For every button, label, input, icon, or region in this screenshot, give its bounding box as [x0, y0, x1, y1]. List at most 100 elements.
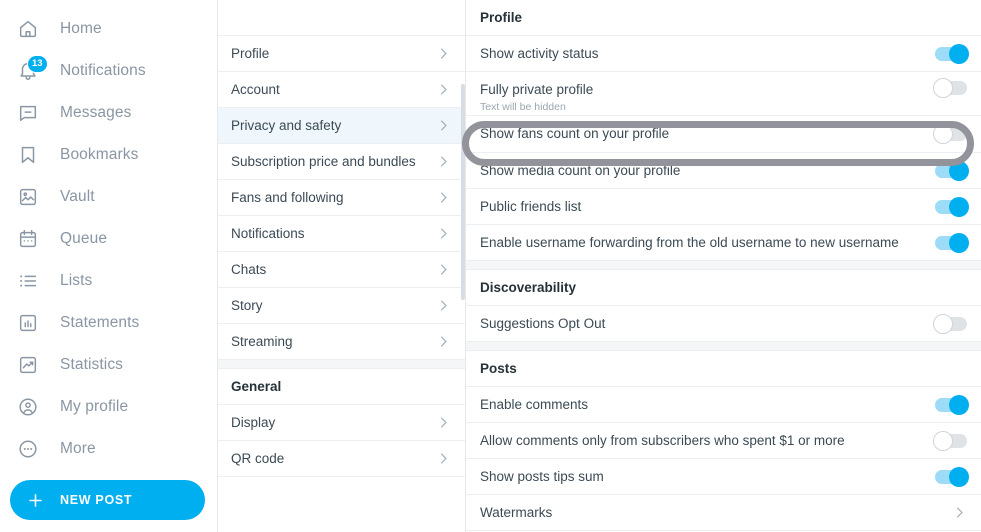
main-sidebar: Home 13 Notifications Messages Bookmarks: [0, 0, 218, 532]
option-label: Show posts tips sum: [480, 468, 604, 484]
sidebar-item-my-profile[interactable]: My profile: [0, 386, 217, 428]
option-show-activity-status[interactable]: Show activity status: [466, 36, 981, 72]
notifications-badge: 13: [27, 55, 48, 73]
option-label: Show media count on your profile: [480, 162, 681, 178]
option-enable-comments[interactable]: Enable comments: [466, 387, 981, 423]
option-enable-username-forwarding[interactable]: Enable username forwarding from the old …: [466, 225, 981, 261]
toggle-knob: [933, 124, 953, 144]
chevron-right-icon: [952, 505, 967, 520]
sidebar-item-bookmarks[interactable]: Bookmarks: [0, 134, 217, 176]
toggle-show-media-count[interactable]: [935, 160, 969, 181]
sidebar-item-lists[interactable]: Lists: [0, 260, 217, 302]
settings-menu-column: Profile Account Privacy and safety Subsc…: [218, 0, 466, 532]
option-public-friends-list[interactable]: Public friends list: [466, 189, 981, 225]
menu-section-label: General: [231, 379, 282, 394]
sidebar-item-messages[interactable]: Messages: [0, 92, 217, 134]
toggle-knob: [933, 313, 953, 334]
option-suggestions-opt-out[interactable]: Suggestions Opt Out: [466, 306, 981, 342]
content-section-gap: [466, 261, 981, 270]
toggle-allow-comments-paid-subscribers[interactable]: [933, 430, 967, 451]
menu-item-profile[interactable]: Profile: [218, 36, 465, 72]
chevron-right-icon: [436, 415, 451, 430]
chevron-right-icon: [436, 262, 451, 277]
sidebar-item-vault[interactable]: Vault: [0, 176, 217, 218]
option-label: Enable username forwarding from the old …: [480, 234, 899, 250]
ellipsis-circle-icon: [14, 435, 42, 463]
section-header-posts: Posts: [466, 351, 981, 387]
message-icon: [14, 99, 42, 127]
menu-item-account[interactable]: Account: [218, 72, 465, 108]
menu-item-label: Chats: [231, 262, 267, 277]
menu-item-chats[interactable]: Chats: [218, 252, 465, 288]
settings-page: Home 13 Notifications Messages Bookmarks: [0, 0, 981, 532]
menu-item-notifications[interactable]: Notifications: [218, 216, 465, 252]
toggle-fully-private-profile[interactable]: [933, 78, 967, 98]
option-label: Enable comments: [480, 396, 589, 412]
menu-item-label: QR code: [231, 451, 285, 466]
menu-item-subscription-price-and-bundles[interactable]: Subscription price and bundles: [218, 144, 465, 180]
option-label: Suggestions Opt Out: [480, 315, 606, 331]
option-label: Watermarks: [480, 504, 553, 520]
option-label: Show fans count on your profile: [480, 126, 670, 141]
option-sublabel: Text will be hidden: [480, 101, 566, 113]
toggle-knob: [949, 196, 969, 217]
toggle-show-activity-status[interactable]: [935, 43, 969, 64]
new-post-button[interactable]: NEW POST: [10, 480, 205, 520]
home-icon: [14, 15, 42, 43]
chevron-right-icon: [436, 298, 451, 313]
bell-icon: 13: [14, 55, 48, 85]
new-post-label: NEW POST: [60, 493, 133, 507]
trend-chart-icon: [14, 351, 42, 379]
toggle-show-fans-count[interactable]: [933, 124, 967, 144]
option-show-media-count[interactable]: Show media count on your profile: [466, 153, 981, 189]
sidebar-item-statistics[interactable]: Statistics: [0, 344, 217, 386]
chevron-right-icon: [436, 82, 451, 97]
sidebar-item-label: More: [60, 440, 96, 457]
menu-item-display[interactable]: Display: [218, 405, 465, 441]
section-header-profile: Profile: [466, 0, 981, 36]
sidebar-item-label: Notifications: [60, 62, 146, 79]
toggle-suggestions-opt-out[interactable]: [933, 313, 967, 334]
menu-section-header-general: General: [218, 369, 465, 405]
sidebar-item-label: Statistics: [60, 356, 124, 373]
bar-chart-icon: [14, 309, 42, 337]
menu-item-streaming[interactable]: Streaming: [218, 324, 465, 360]
menu-section-gap: [218, 360, 465, 369]
option-show-posts-tips-sum[interactable]: Show posts tips sum: [466, 459, 981, 495]
option-allow-comments-paid-subscribers[interactable]: Allow comments only from subscribers who…: [466, 423, 981, 459]
sidebar-item-label: Bookmarks: [60, 146, 139, 163]
menu-item-label: Display: [231, 415, 276, 430]
menu-item-label: Streaming: [231, 334, 293, 349]
toggle-knob: [949, 466, 969, 487]
chevron-right-icon: [436, 451, 451, 466]
sidebar-item-statements[interactable]: Statements: [0, 302, 217, 344]
sidebar-item-more[interactable]: More: [0, 428, 217, 470]
toggle-show-posts-tips-sum[interactable]: [935, 466, 969, 487]
content-section-gap: [466, 342, 981, 351]
bookmark-icon: [14, 141, 42, 169]
menu-scrollbar-thumb[interactable]: [461, 84, 465, 300]
toggle-public-friends-list[interactable]: [935, 196, 969, 217]
toggle-knob: [949, 394, 969, 415]
list-icon: [14, 267, 42, 295]
menu-scrollbar[interactable]: [461, 0, 465, 532]
sidebar-item-queue[interactable]: Queue: [0, 218, 217, 260]
option-watermarks[interactable]: Watermarks: [466, 495, 981, 531]
menu-top-spacer: [218, 0, 465, 36]
menu-item-privacy-and-safety[interactable]: Privacy and safety: [218, 108, 465, 144]
section-header-discoverability: Discoverability: [466, 270, 981, 306]
chevron-right-icon: [436, 190, 451, 205]
option-show-fans-count[interactable]: Show fans count on your profile: [466, 116, 981, 153]
sidebar-item-home[interactable]: Home: [0, 8, 217, 50]
sidebar-item-notifications[interactable]: 13 Notifications: [0, 50, 217, 92]
toggle-enable-comments[interactable]: [935, 394, 969, 415]
menu-item-fans-and-following[interactable]: Fans and following: [218, 180, 465, 216]
chevron-right-icon: [436, 226, 451, 241]
menu-item-qr-code[interactable]: QR code: [218, 441, 465, 477]
sidebar-item-label: Vault: [60, 188, 95, 205]
chevron-right-icon: [436, 334, 451, 349]
option-fully-private-profile[interactable]: Fully private profile Text will be hidde…: [466, 72, 981, 116]
toggle-enable-username-forwarding[interactable]: [935, 232, 969, 253]
menu-item-story[interactable]: Story: [218, 288, 465, 324]
sidebar-item-label: Messages: [60, 104, 132, 121]
